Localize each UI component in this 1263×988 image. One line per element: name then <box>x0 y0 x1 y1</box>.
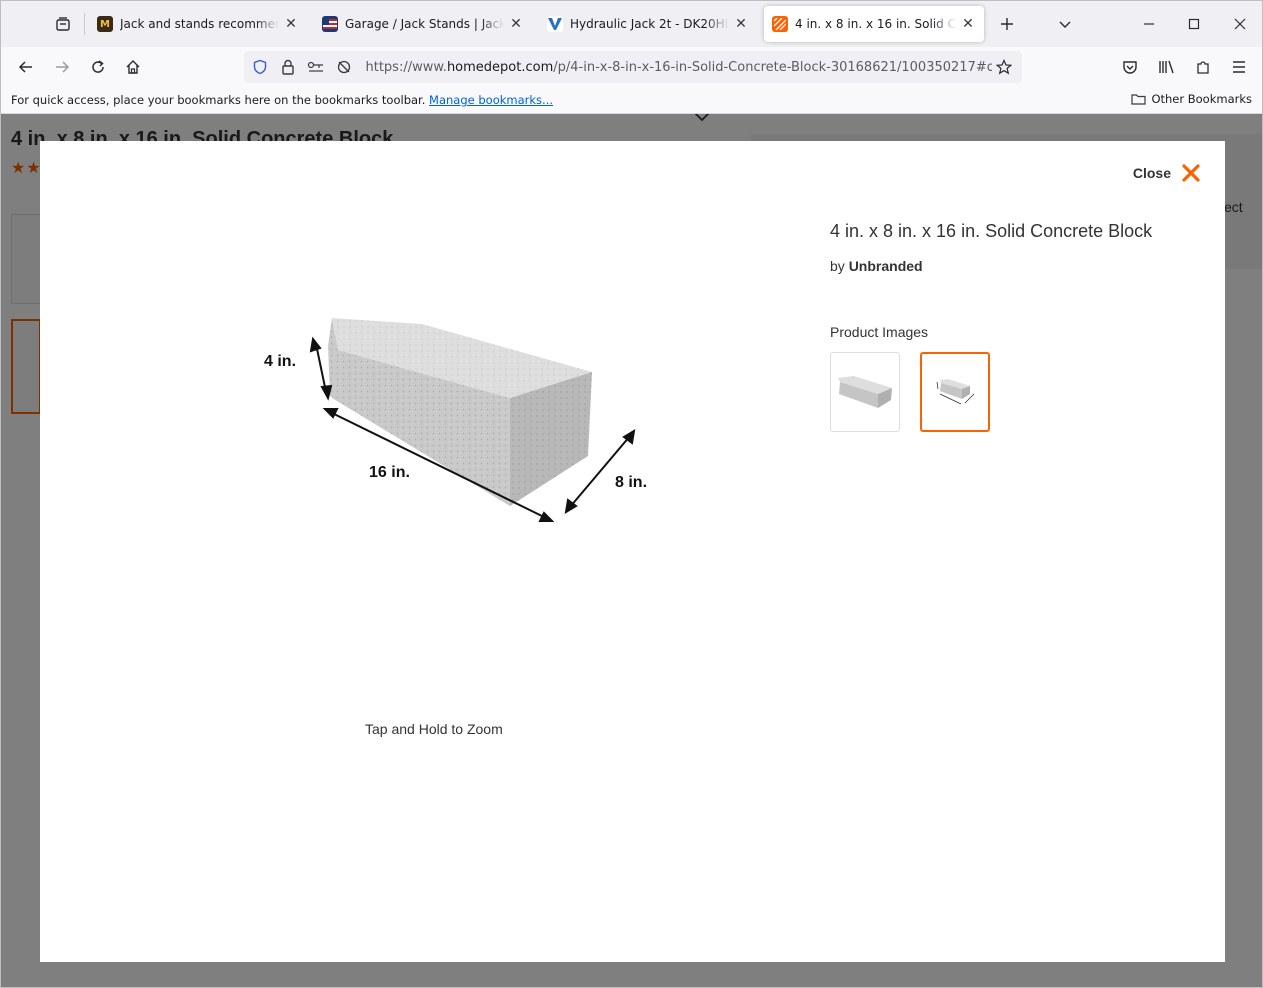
close-label: Close <box>1132 165 1171 181</box>
close-tab-icon[interactable]: ✕ <box>508 16 524 32</box>
height-dimension-label: 4 in. <box>264 353 296 370</box>
other-bookmarks-label: Other Bookmarks <box>1151 92 1252 106</box>
permissions-icon[interactable] <box>304 55 328 79</box>
folder-icon <box>1131 94 1147 105</box>
library-icon <box>1159 60 1174 74</box>
close-window-button[interactable] <box>1223 7 1257 41</box>
width-dimension-label: 8 in. <box>615 474 647 491</box>
pocket-button[interactable] <box>1114 51 1146 83</box>
thumbnail-block-photo[interactable] <box>830 352 900 432</box>
bookmarks-hint-text: For quick access, place your bookmarks h… <box>11 93 426 107</box>
home-button[interactable] <box>117 51 149 83</box>
reload-button[interactable] <box>82 51 114 83</box>
manage-bookmarks-link[interactable]: Manage bookmarks... <box>429 93 553 107</box>
bookmark-star-icon[interactable] <box>992 55 1016 79</box>
tab-garage-jack-stands[interactable]: Garage / Jack Stands | Jack Stan ✕ <box>314 6 532 42</box>
library-button[interactable] <box>1151 51 1183 83</box>
puzzle-icon <box>1197 61 1209 74</box>
back-arrow-icon <box>18 61 32 73</box>
tab-separator <box>84 13 85 35</box>
forward-button[interactable] <box>46 51 78 83</box>
maximize-button[interactable] <box>1177 7 1211 41</box>
other-bookmarks-button[interactable]: Other Bookmarks <box>1131 92 1252 106</box>
homedepot-favicon <box>772 16 788 32</box>
m-favicon: M <box>97 16 113 32</box>
tab-concrete-block[interactable]: 4 in. x 8 in. x 16 in. Solid Concre ✕ <box>764 6 984 42</box>
tab-jack-stands-recommendation[interactable]: M Jack and stands recommendatio ✕ <box>89 6 307 42</box>
height-dimension-arrow <box>309 336 333 401</box>
tracking-blocked-icon[interactable] <box>332 55 356 79</box>
close-icon <box>1234 18 1246 30</box>
tab-title: Hydraulic Jack 2t - DK20HLQ <box>570 17 729 31</box>
product-info-panel: 4 in. x 8 in. x 16 in. Solid Concrete Bl… <box>830 221 1190 432</box>
url-host: homedepot.com <box>446 59 554 75</box>
vp-favicon <box>547 16 563 32</box>
lock-icon[interactable] <box>276 55 300 79</box>
brand-line: by Unbranded <box>830 258 1190 274</box>
minimize-button[interactable] <box>1132 7 1166 41</box>
product-images-heading: Product Images <box>830 324 929 340</box>
hamburger-menu-icon <box>1233 61 1245 73</box>
minimize-icon <box>1144 23 1154 25</box>
thumbnail-block-dimensions[interactable] <box>920 352 990 432</box>
menu-button[interactable] <box>1223 51 1255 83</box>
tab-strip: M Jack and stands recommendatio ✕ Garage… <box>1 1 1262 47</box>
product-title: 4 in. x 8 in. x 16 in. Solid Concrete Bl… <box>830 221 1153 241</box>
close-tab-icon[interactable]: ✕ <box>960 16 976 32</box>
home-icon <box>126 60 140 74</box>
product-main-image[interactable]: 4 in. 16 in. 8 in. <box>210 306 660 596</box>
page-content: 4 in. x 8 in. x 16 in. Solid Concrete Bl… <box>1 114 1262 987</box>
tab-overview-button[interactable] <box>45 7 81 41</box>
zoom-hint: Tap and Hold to Zoom <box>365 721 503 737</box>
product-image-modal: Close 4 in. 16 in. 8 in. Tap and Hold to… <box>40 141 1225 962</box>
forward-arrow-icon <box>56 61 70 73</box>
tab-hydraulic-jack[interactable]: Hydraulic Jack 2t - DK20HLQ ✕ <box>539 6 757 42</box>
length-dimension-label: 16 in. <box>369 464 410 481</box>
close-tab-icon[interactable]: ✕ <box>283 16 299 32</box>
url-prefix: https://www. <box>365 59 447 75</box>
brand-name[interactable]: Unbranded <box>849 258 923 274</box>
tab-title: 4 in. x 8 in. x 16 in. Solid Concre <box>795 17 956 31</box>
pocket-icon <box>1123 61 1137 74</box>
bookmarks-hint: For quick access, place your bookmarks h… <box>11 93 553 107</box>
close-tab-icon[interactable]: ✕ <box>733 16 749 32</box>
thumbnail-list <box>830 352 1190 432</box>
maximize-icon <box>1188 18 1200 30</box>
modal-close-button[interactable]: Close <box>1133 163 1201 183</box>
plus-icon <box>1001 18 1013 30</box>
extensions-button[interactable] <box>1187 51 1219 83</box>
address-bar[interactable]: https://www.homedepot.com/p/4-in-x-8-in-… <box>244 51 1022 83</box>
by-label: by <box>830 258 845 274</box>
url-path: /p/4-in-x-8-in-x-16-in-Solid-Concrete-Bl… <box>553 59 993 75</box>
close-x-icon <box>1182 164 1200 182</box>
list-all-tabs-button[interactable] <box>1048 7 1082 41</box>
reload-icon <box>92 60 104 73</box>
url-text: https://www.homedepot.com/p/4-in-x-8-in-… <box>366 60 993 75</box>
tab-title: Jack and stands recommendatio <box>120 17 279 31</box>
tab-title: Garage / Jack Stands | Jack Stan <box>345 17 504 31</box>
tab-overview-icon <box>56 17 70 31</box>
chevron-down-icon <box>1059 21 1071 28</box>
tracking-protection-shield-icon[interactable] <box>248 55 272 79</box>
browser-window: M Jack and stands recommendatio ✕ Garage… <box>0 0 1263 988</box>
new-tab-button[interactable] <box>990 7 1024 41</box>
bookmarks-toolbar: For quick access, place your bookmarks h… <box>1 87 1262 114</box>
navigation-toolbar: https://www.homedepot.com/p/4-in-x-8-in-… <box>1 47 1262 87</box>
back-button[interactable] <box>10 51 42 83</box>
flag-favicon <box>322 16 338 32</box>
